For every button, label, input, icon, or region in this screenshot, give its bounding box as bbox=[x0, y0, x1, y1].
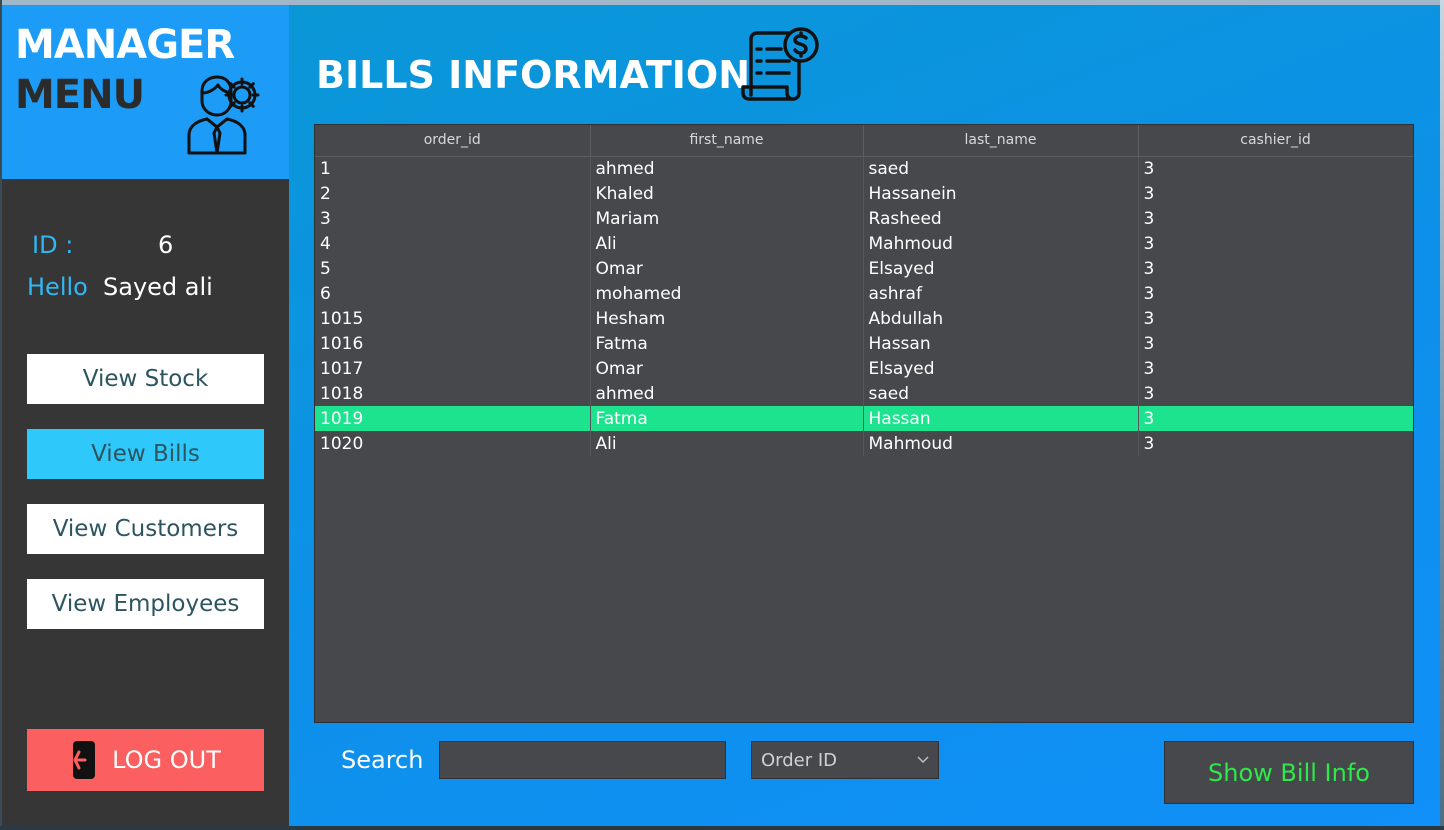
cell-order-id: 1017 bbox=[315, 356, 591, 381]
desktop-background-bottom bbox=[0, 826, 1444, 830]
user-id-value: 6 bbox=[158, 231, 174, 259]
user-id-label: ID : bbox=[32, 231, 74, 259]
brand-header: MANAGER MENU bbox=[2, 5, 289, 179]
cell-first-name: Omar bbox=[590, 256, 864, 281]
table-row[interactable]: 1 ahmed saed 3 bbox=[315, 156, 1413, 181]
cell-first-name: mohamed bbox=[590, 281, 864, 306]
cell-last-name: Mahmoud bbox=[863, 431, 1139, 456]
table-row[interactable]: 4 Ali Mahmoud 3 bbox=[315, 231, 1413, 256]
cell-first-name: Hesham bbox=[590, 306, 864, 331]
cell-order-id: 1019 bbox=[315, 406, 591, 431]
cell-order-id: 1015 bbox=[315, 306, 591, 331]
view-employees-button[interactable]: View Employees bbox=[27, 579, 264, 629]
cell-cashier-id: 3 bbox=[1138, 406, 1413, 431]
column-header-first-name[interactable]: first_name bbox=[590, 125, 864, 157]
table-row[interactable]: 1016 Fatma Hassan 3 bbox=[315, 331, 1413, 356]
cell-first-name: Khaled bbox=[590, 181, 864, 206]
view-bills-button[interactable]: View Bills bbox=[27, 429, 264, 479]
phone-exit-icon bbox=[73, 741, 96, 779]
table-row[interactable]: 2 Khaled Hassanein 3 bbox=[315, 181, 1413, 206]
table-row[interactable]: 6 mohamed ashraf 3 bbox=[315, 281, 1413, 306]
main-panel: BILLS INFORMATION order_id first_name la… bbox=[289, 5, 1440, 826]
table-row-selected[interactable]: 1019 Fatma Hassan 3 bbox=[315, 406, 1413, 431]
cell-order-id: 5 bbox=[315, 256, 591, 281]
show-bill-info-button[interactable]: Show Bill Info bbox=[1164, 741, 1414, 804]
chevron-down-icon bbox=[917, 756, 929, 764]
cell-last-name: ashraf bbox=[863, 281, 1139, 306]
cell-order-id: 1018 bbox=[315, 381, 591, 406]
view-customers-button[interactable]: View Customers bbox=[27, 504, 264, 554]
cell-first-name: Mariam bbox=[590, 206, 864, 231]
cell-order-id: 4 bbox=[315, 231, 591, 256]
table-row[interactable]: 1018 ahmed saed 3 bbox=[315, 381, 1413, 406]
table-row[interactable]: 5 Omar Elsayed 3 bbox=[315, 256, 1413, 281]
cell-first-name: Fatma bbox=[590, 406, 864, 431]
search-input[interactable] bbox=[439, 741, 726, 779]
search-filter-dropdown[interactable]: Order ID bbox=[751, 741, 939, 779]
cell-last-name: Elsayed bbox=[863, 356, 1139, 381]
cell-last-name: Abdullah bbox=[863, 306, 1139, 331]
brand-title-line1: MANAGER bbox=[15, 22, 235, 68]
cell-last-name: Mahmoud bbox=[863, 231, 1139, 256]
hello-label: Hello bbox=[27, 273, 88, 301]
cell-cashier-id: 3 bbox=[1138, 231, 1413, 256]
cell-order-id: 1020 bbox=[315, 431, 591, 456]
cell-order-id: 2 bbox=[315, 181, 591, 206]
cell-cashier-id: 3 bbox=[1138, 306, 1413, 331]
sidebar: MANAGER MENU ID : 6 Hello Sayed ali View… bbox=[2, 5, 289, 826]
cell-order-id: 1 bbox=[315, 156, 591, 181]
cell-cashier-id: 3 bbox=[1138, 206, 1413, 231]
bill-dollar-icon bbox=[741, 27, 819, 101]
page-title: BILLS INFORMATION bbox=[316, 53, 751, 97]
cell-first-name: Ali bbox=[590, 431, 864, 456]
cell-first-name: ahmed bbox=[590, 381, 864, 406]
cell-cashier-id: 3 bbox=[1138, 156, 1413, 181]
cell-cashier-id: 3 bbox=[1138, 331, 1413, 356]
logout-button[interactable]: LOG OUT bbox=[27, 729, 264, 791]
cell-last-name: Hassan bbox=[863, 331, 1139, 356]
table-row[interactable]: 1017 Omar Elsayed 3 bbox=[315, 356, 1413, 381]
cell-last-name: saed bbox=[863, 156, 1139, 181]
cell-last-name: Hassanein bbox=[863, 181, 1139, 206]
user-name: Sayed ali bbox=[103, 273, 213, 301]
cell-last-name: Elsayed bbox=[863, 256, 1139, 281]
cell-first-name: Ali bbox=[590, 231, 864, 256]
bills-table-container[interactable]: order_id first_name last_name cashier_id… bbox=[314, 124, 1414, 723]
cell-order-id: 3 bbox=[315, 206, 591, 231]
manager-gear-icon bbox=[187, 75, 260, 155]
cell-last-name: Rasheed bbox=[863, 206, 1139, 231]
cell-cashier-id: 3 bbox=[1138, 356, 1413, 381]
cell-order-id: 6 bbox=[315, 281, 591, 306]
table-header-row: order_id first_name last_name cashier_id bbox=[315, 125, 1413, 157]
column-header-last-name[interactable]: last_name bbox=[863, 125, 1139, 157]
desktop-background-right bbox=[1440, 0, 1444, 830]
cell-last-name: saed bbox=[863, 381, 1139, 406]
table-row[interactable]: 1015 Hesham Abdullah 3 bbox=[315, 306, 1413, 331]
cell-cashier-id: 3 bbox=[1138, 431, 1413, 456]
search-label: Search bbox=[341, 746, 424, 774]
logout-label: LOG OUT bbox=[112, 746, 221, 774]
table-row[interactable]: 3 Mariam Rasheed 3 bbox=[315, 206, 1413, 231]
cell-last-name: Hassan bbox=[863, 406, 1139, 431]
brand-title-line2: MENU bbox=[15, 72, 145, 118]
cell-first-name: Fatma bbox=[590, 331, 864, 356]
cell-cashier-id: 3 bbox=[1138, 281, 1413, 306]
column-header-cashier-id[interactable]: cashier_id bbox=[1138, 125, 1413, 157]
cell-order-id: 1016 bbox=[315, 331, 591, 356]
cell-cashier-id: 3 bbox=[1138, 381, 1413, 406]
column-header-order-id[interactable]: order_id bbox=[315, 125, 591, 157]
view-stock-button[interactable]: View Stock bbox=[27, 354, 264, 404]
search-filter-selected: Order ID bbox=[761, 749, 838, 771]
cell-first-name: ahmed bbox=[590, 156, 864, 181]
cell-cashier-id: 3 bbox=[1138, 256, 1413, 281]
cell-cashier-id: 3 bbox=[1138, 181, 1413, 206]
table-row[interactable]: 1020 Ali Mahmoud 3 bbox=[315, 431, 1413, 456]
bills-table: order_id first_name last_name cashier_id… bbox=[315, 125, 1413, 456]
cell-first-name: Omar bbox=[590, 356, 864, 381]
